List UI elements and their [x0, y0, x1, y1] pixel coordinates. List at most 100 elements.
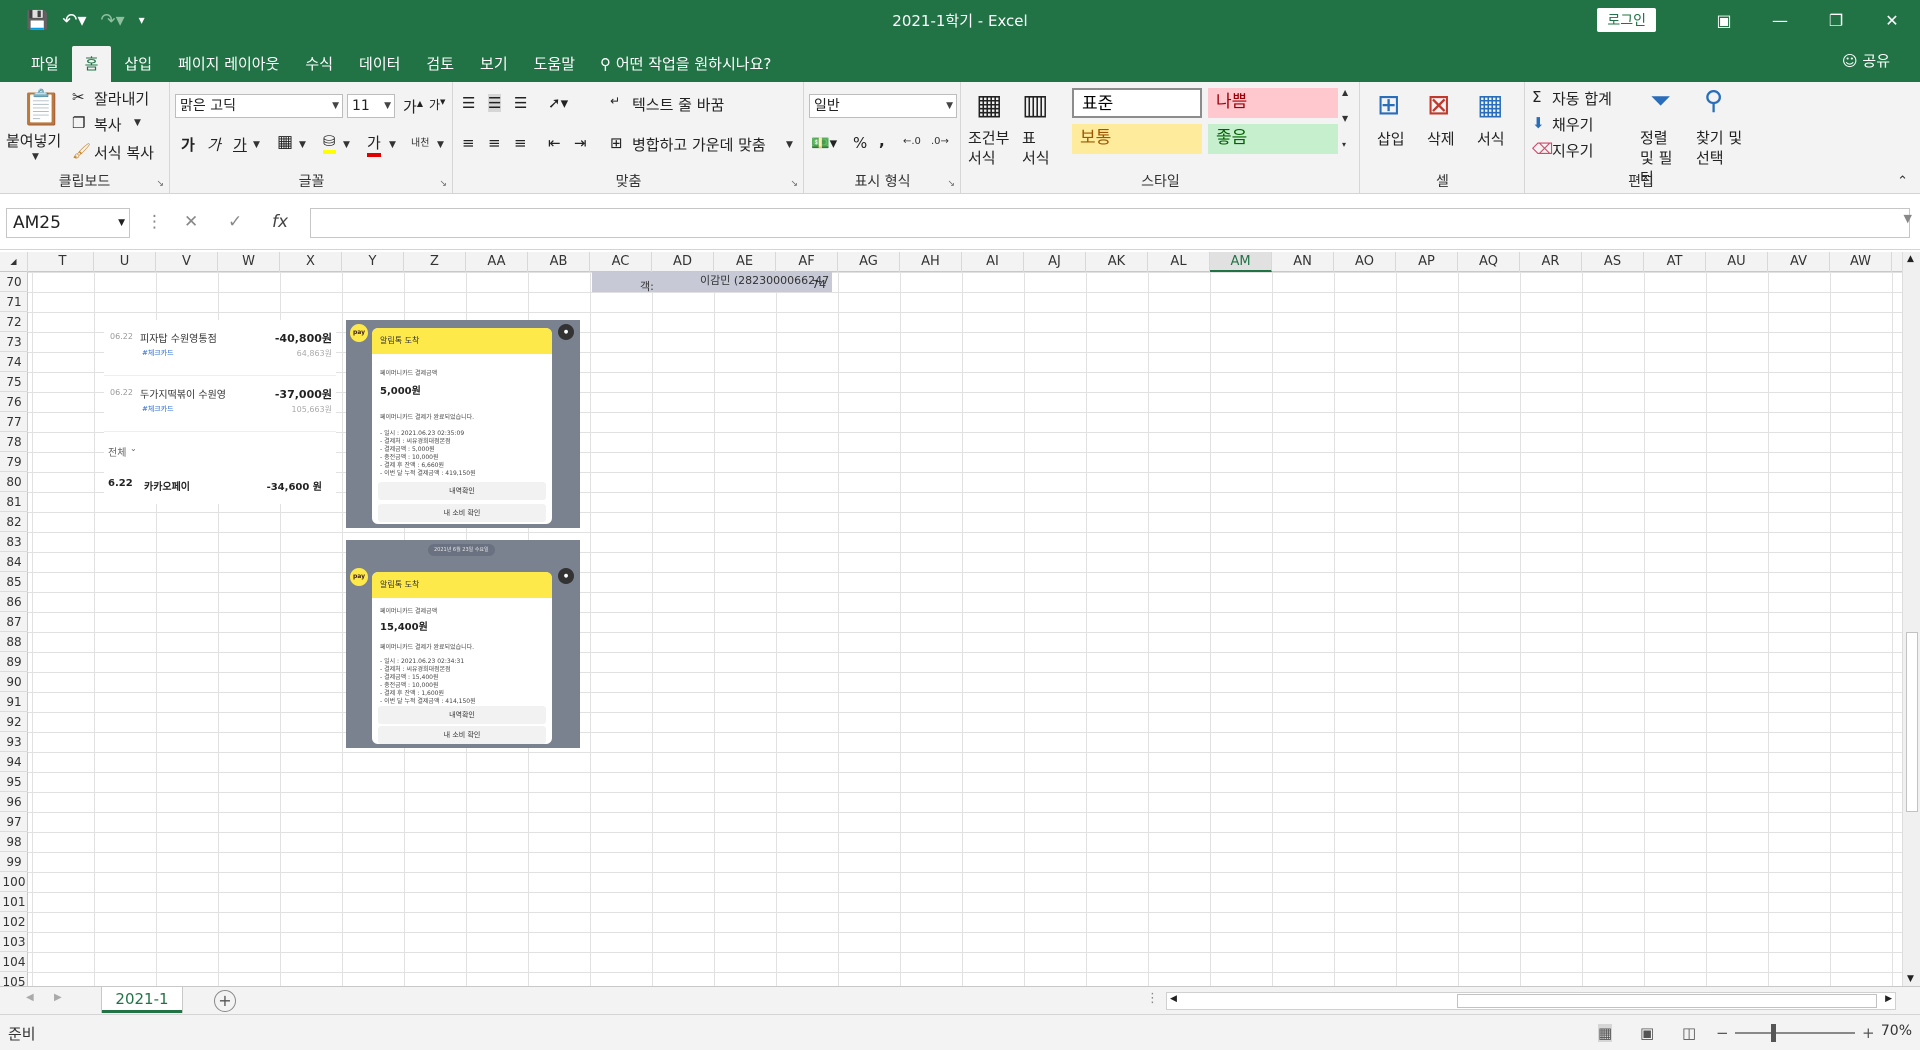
- italic-button[interactable]: 가: [207, 134, 221, 155]
- font-name-combo[interactable]: 맑은 고딕 ▼: [175, 94, 343, 118]
- customize-qat-icon[interactable]: ▾: [139, 13, 145, 27]
- fill-color-icon[interactable]: ⛁: [323, 132, 336, 154]
- underline-dropdown-icon[interactable]: ▼: [253, 140, 260, 150]
- row-header[interactable]: 80: [0, 472, 28, 492]
- column-header[interactable]: AW: [1830, 252, 1892, 272]
- sheet-next-icon[interactable]: ▶: [54, 992, 62, 1003]
- insert-function-button[interactable]: fx: [272, 212, 288, 232]
- row-header[interactable]: 85: [0, 572, 28, 592]
- column-header[interactable]: V: [156, 252, 218, 272]
- column-header[interactable]: AV: [1768, 252, 1830, 272]
- tab-file[interactable]: 파일: [18, 46, 72, 82]
- phonetic-button[interactable]: 내천: [411, 134, 429, 149]
- horizontal-scroll-thumb[interactable]: [1457, 994, 1877, 1008]
- page-layout-view-icon[interactable]: ▣: [1640, 1024, 1654, 1042]
- zoom-out-icon[interactable]: −: [1716, 1024, 1729, 1042]
- row-header[interactable]: 91: [0, 692, 28, 712]
- expand-formula-icon[interactable]: ▼: [1904, 212, 1912, 225]
- row-header[interactable]: 92: [0, 712, 28, 732]
- number-format-combo[interactable]: 일반 ▼: [809, 94, 957, 118]
- tab-formulas[interactable]: 수식: [292, 46, 346, 82]
- column-header[interactable]: AI: [962, 252, 1024, 272]
- row-header[interactable]: 73: [0, 332, 28, 352]
- row-header[interactable]: 101: [0, 892, 28, 912]
- row-header[interactable]: 74: [0, 352, 28, 372]
- delete-cells-button[interactable]: 삭제: [1427, 128, 1455, 149]
- column-header[interactable]: AC: [590, 252, 652, 272]
- row-header[interactable]: 105: [0, 972, 28, 986]
- ribbon-display-icon[interactable]: ▣: [1696, 11, 1752, 30]
- column-header[interactable]: Y: [342, 252, 404, 272]
- sheet-prev-icon[interactable]: ◀: [26, 992, 34, 1003]
- row-header[interactable]: 97: [0, 812, 28, 832]
- column-header[interactable]: AF: [776, 252, 838, 272]
- row-header[interactable]: 104: [0, 952, 28, 972]
- row-header[interactable]: 94: [0, 752, 28, 772]
- column-header[interactable]: AN: [1272, 252, 1334, 272]
- share-button[interactable]: ☺ 공유: [1842, 50, 1890, 71]
- font-color-dropdown-icon[interactable]: ▼: [389, 140, 396, 150]
- fill-color-dropdown-icon[interactable]: ▼: [343, 140, 350, 150]
- row-header[interactable]: 70: [0, 272, 28, 292]
- redo-icon[interactable]: ↷▾: [101, 10, 125, 31]
- vertical-scroll-thumb[interactable]: [1906, 632, 1918, 812]
- row-header[interactable]: 86: [0, 592, 28, 612]
- orientation-icon[interactable]: ➚▾: [548, 94, 568, 112]
- underline-button[interactable]: 가: [233, 134, 247, 155]
- horizontal-scrollbar[interactable]: ◀ ▶: [1166, 992, 1896, 1010]
- column-header[interactable]: AJ: [1024, 252, 1086, 272]
- add-sheet-button[interactable]: +: [214, 990, 236, 1012]
- format-painter-button[interactable]: 서식 복사: [94, 142, 154, 163]
- bank-statement-image[interactable]: 06.22 피자탑 수원영통점 #체크카드 -40,800원 64,863원 0…: [104, 320, 336, 504]
- row-header[interactable]: 87: [0, 612, 28, 632]
- row-header[interactable]: 84: [0, 552, 28, 572]
- font-size-combo[interactable]: 11 ▼: [347, 94, 395, 118]
- row-header[interactable]: 100: [0, 872, 28, 892]
- split-handle-icon[interactable]: ⋮: [1146, 991, 1159, 1006]
- column-header[interactable]: AB: [528, 252, 590, 272]
- column-header[interactable]: T: [32, 252, 94, 272]
- paste-dropdown-icon[interactable]: ▼: [32, 152, 39, 162]
- merge-dropdown-icon[interactable]: ▼: [786, 140, 793, 150]
- row-header[interactable]: 83: [0, 532, 28, 552]
- column-header[interactable]: U: [94, 252, 156, 272]
- column-header[interactable]: AH: [900, 252, 962, 272]
- font-color-button[interactable]: 가: [367, 132, 381, 157]
- style-neutral[interactable]: 보통: [1072, 124, 1202, 154]
- more-options-icon[interactable]: ⋮: [146, 212, 163, 232]
- wrap-text-button[interactable]: 텍스트 줄 바꿈: [632, 94, 724, 115]
- receipt-fragment-image[interactable]: 객: 이감민 (2823000066247 74: [592, 272, 832, 292]
- conditional-format-button[interactable]: 조건부 서식: [968, 128, 1012, 168]
- align-middle-icon[interactable]: ☰: [488, 94, 502, 112]
- borders-dropdown-icon[interactable]: ▼: [299, 140, 306, 150]
- fill-button[interactable]: 채우기: [1552, 114, 1593, 135]
- row-header[interactable]: 103: [0, 932, 28, 952]
- column-header[interactable]: AK: [1086, 252, 1148, 272]
- tab-help[interactable]: 도움말: [521, 46, 588, 82]
- row-header[interactable]: 78: [0, 432, 28, 452]
- increase-indent-icon[interactable]: ⇥: [574, 134, 587, 152]
- kakao-notification-image-2[interactable]: 2021년 6월 23일 수요일 pay ● 알림톡 도착 페이머니카드 결제금…: [346, 540, 580, 748]
- column-header[interactable]: AL: [1148, 252, 1210, 272]
- find-select-button[interactable]: 찾기 및 선택: [1696, 128, 1746, 168]
- page-break-view-icon[interactable]: ◫: [1682, 1024, 1696, 1042]
- scroll-right-icon[interactable]: ▶: [1885, 994, 1892, 1004]
- zoom-level[interactable]: 70%: [1881, 1023, 1912, 1039]
- style-bad[interactable]: 나쁨: [1208, 88, 1338, 118]
- tab-review[interactable]: 검토: [413, 46, 467, 82]
- row-header[interactable]: 90: [0, 672, 28, 692]
- column-header[interactable]: AM: [1210, 252, 1272, 272]
- column-header[interactable]: AP: [1396, 252, 1458, 272]
- scroll-up-icon[interactable]: ▲: [1907, 254, 1914, 264]
- save-icon[interactable]: 💾: [26, 10, 48, 31]
- tab-home[interactable]: 홈: [71, 46, 112, 82]
- tab-view[interactable]: 보기: [467, 46, 521, 82]
- row-header[interactable]: 76: [0, 392, 28, 412]
- tab-page-layout[interactable]: 페이지 레이아웃: [165, 46, 292, 82]
- column-header[interactable]: Z: [404, 252, 466, 272]
- styles-scroll-down-icon[interactable]: ▼: [1342, 114, 1348, 123]
- paste-button[interactable]: 붙여넣기: [6, 130, 61, 151]
- merge-center-button[interactable]: 병합하고 가운데 맞춤: [632, 134, 766, 155]
- styles-scroll-up-icon[interactable]: ▲: [1342, 88, 1348, 97]
- sheet-tab-2021-1[interactable]: 2021-1: [102, 987, 182, 1013]
